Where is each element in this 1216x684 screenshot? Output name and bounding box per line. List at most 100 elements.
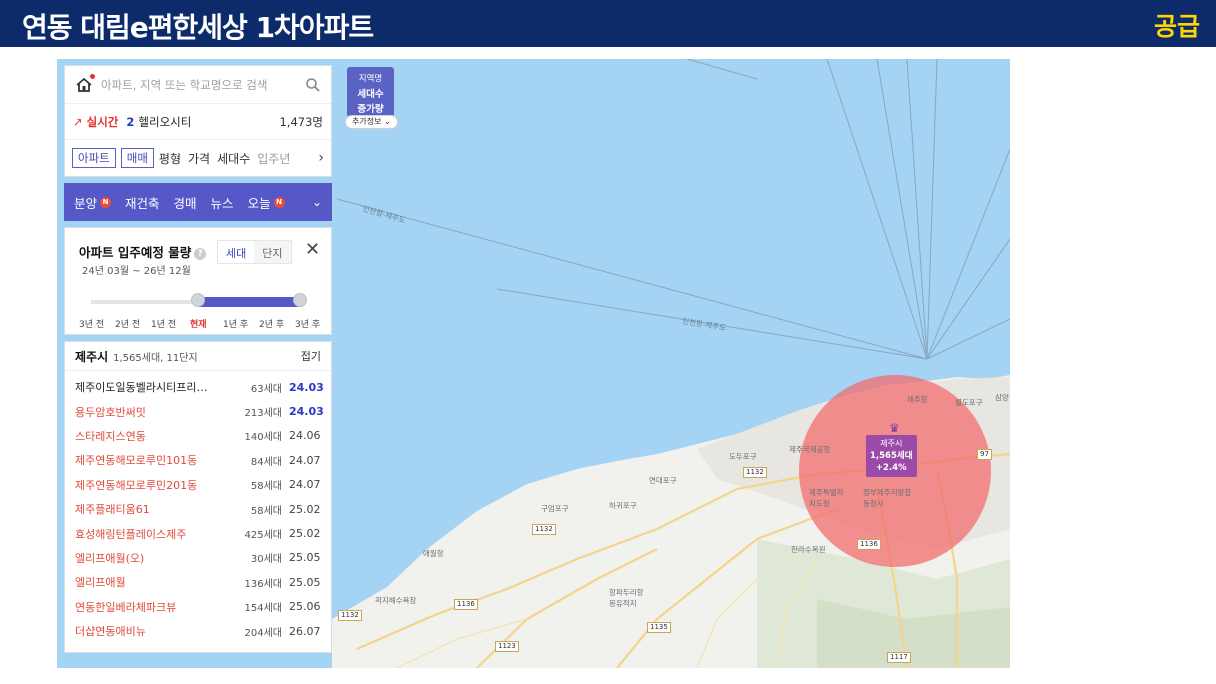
slider-range-fill <box>197 297 303 307</box>
period-slider[interactable] <box>91 293 307 307</box>
road-badge: 1123 <box>495 641 519 652</box>
realtime-ranking[interactable]: ↗ 실시간 2 헬리오시티 1,473명 <box>65 103 331 139</box>
unit-toggle: 세대 단지 <box>217 240 292 264</box>
search-input[interactable]: 아파트, 지역 또는 학교명으로 검색 <box>101 77 305 93</box>
nav-reconstruction[interactable]: 재건축 <box>125 193 160 212</box>
list-item[interactable]: 엘리프애월 136세대 25.05 <box>65 570 331 594</box>
marker-change: +2.4% <box>875 463 907 473</box>
list-item[interactable]: 연동한일베라체파크뷰 154세대 25.06 <box>65 595 331 619</box>
filter-price[interactable]: 가격 <box>188 150 210 167</box>
nav-auction[interactable]: 경매 <box>174 193 197 212</box>
complex-name: 제주플래티움61 <box>75 503 150 517</box>
tick-label: 1년 전 <box>151 320 177 330</box>
region-marker-jeju[interactable]: 제주시 1,565세대 +2.4% <box>866 435 917 477</box>
notification-dot <box>90 73 95 79</box>
map-label-government-complex: 정부제주지방합동청사 <box>863 488 912 508</box>
list-item[interactable]: 효성해링턴플레이스제주 425세대 25.02 <box>65 521 331 545</box>
road-badge: 1136 <box>857 539 881 550</box>
map-label-hagwi-port: 하귀포구 <box>609 501 637 510</box>
list-summary: 1,565세대, 11단지 <box>113 352 198 364</box>
chevron-right-icon[interactable]: › <box>318 150 324 166</box>
home-icon[interactable] <box>75 73 95 94</box>
nav-today[interactable]: 오늘 N <box>248 193 285 212</box>
toggle-households[interactable]: 세대 <box>218 241 255 263</box>
map-label-yeondae-port: 연대포구 <box>649 476 677 485</box>
map-label-jeju-port: 제주항 <box>907 395 928 404</box>
nav-presale[interactable]: 분양 N <box>74 193 112 212</box>
extra-info-label: 추가정보 <box>352 117 382 126</box>
nav-news[interactable]: 뉴스 <box>211 193 234 212</box>
chevron-down-icon[interactable]: ⌄ <box>312 195 322 209</box>
search-bar[interactable]: 아파트, 지역 또는 학교명으로 검색 <box>65 66 331 103</box>
slider-ticks: 3년 전 2년 전 1년 전 현재 1년 후 2년 후 3년 후 <box>79 317 325 330</box>
map-label-arboretum: 한라수목원 <box>791 545 826 554</box>
extra-info-button[interactable]: 추가정보 ⌄ <box>345 115 398 129</box>
category-nav: 분양 N 재건축 경매 뉴스 오늘 N ⌄ <box>64 183 332 221</box>
list-header: 제주시 1,565세대, 11단지 접기 <box>65 342 331 370</box>
complex-name: 제주이도일동벨라시티프리… <box>75 381 208 395</box>
filter-households[interactable]: 세대수 <box>217 150 250 167</box>
complex-move-in-date: 25.02 <box>289 502 321 516</box>
nav-label: 재건축 <box>125 195 160 211</box>
filter-size[interactable]: 평형 <box>159 150 181 167</box>
search-icon[interactable] <box>305 77 321 93</box>
realtime-label: 실시간 <box>86 114 119 129</box>
complex-move-in-date: 25.02 <box>289 527 321 541</box>
map-label-gueom-port: 구엄포구 <box>541 504 569 513</box>
complex-name: 제주연동해모로루민101동 <box>75 454 198 468</box>
realtime-count: 1,473명 <box>279 114 323 129</box>
complex-households: 58세대 <box>250 481 282 493</box>
list-item[interactable]: 제주연동해모로루민101동 84세대 24.07 <box>65 448 331 472</box>
realtime-rank: 2 <box>126 114 135 129</box>
filter-chip-apartment[interactable]: 아파트 <box>72 148 116 168</box>
list-item[interactable]: 엘리프애월(오) 30세대 25.05 <box>65 546 331 570</box>
volume-title: 아파트 입주예정 물량? <box>79 242 207 261</box>
map-label-airport: 제주국제공항 <box>789 445 831 454</box>
legend-households-label: 세대수 <box>357 89 384 100</box>
fold-button[interactable]: 접기 <box>301 348 321 364</box>
road-badge: 1135 <box>647 622 671 633</box>
marker-city: 제주시 <box>880 439 903 448</box>
map-label-provincial-office: 제주특별자치도청 <box>809 488 844 508</box>
list-item[interactable]: 용두암호반써밋 213세대 24.03 <box>65 399 331 423</box>
realtime-name: 헬리오시티 <box>138 114 192 129</box>
complex-move-in-date: 25.06 <box>289 600 321 614</box>
toggle-complexes[interactable]: 단지 <box>254 241 290 263</box>
complex-households: 140세대 <box>244 432 283 444</box>
complex-name: 연동한일베라체파크뷰 <box>75 600 177 614</box>
map-label-byeoldo-port: 별도포구 <box>955 398 983 407</box>
road-badge: 1132 <box>532 524 556 535</box>
slider-handle-start[interactable] <box>191 293 205 307</box>
new-badge: N <box>273 196 285 208</box>
tick-label: 3년 후 <box>295 320 321 330</box>
chevron-down-icon: ⌄ <box>384 117 391 126</box>
map-label-samyang: 삼양 <box>995 393 1009 402</box>
complex-move-in-date: 24.07 <box>289 453 321 467</box>
complex-name: 더샵연동애비뉴 <box>75 625 146 639</box>
complex-rows: 제주이도일동벨라시티프리… 63세대 24.03 용두암호반써밋 213세대 24.03 스… <box>65 375 331 643</box>
help-icon[interactable]: ? <box>194 248 207 260</box>
close-icon[interactable]: ✕ <box>305 239 320 260</box>
list-item[interactable]: 제주연동해모로루민201동 58세대 24.07 <box>65 473 331 497</box>
filter-chip-sale[interactable]: 매매 <box>120 148 154 168</box>
complex-households: 136세대 <box>244 578 283 590</box>
filter-move-in-year[interactable]: 입주년 <box>257 150 290 167</box>
slide: 연동 대림e편한세상 1차아파트 공급 지역명 세대수 증가량 추가정보 ⌄ 제… <box>0 0 1216 684</box>
list-item[interactable]: 제주플래티움61 58세대 25.02 <box>65 497 331 521</box>
move-in-volume-card: 아파트 입주예정 물량? 24년 03월 ~ 26년 12월 세대 단지 ✕ 3… <box>64 227 332 335</box>
road-badge: 1136 <box>454 599 478 610</box>
volume-title-text: 아파트 입주예정 물량 <box>79 245 192 260</box>
slider-handle-end[interactable] <box>293 293 307 307</box>
complex-move-in-date: 26.07 <box>289 624 321 638</box>
left-panel: 아파트, 지역 또는 학교명으로 검색 ↗ 실시간 2 헬리오시티 1,473명… <box>64 65 332 653</box>
list-item[interactable]: 스타레지스연동 140세대 24.06 <box>65 424 331 448</box>
supply-badge: 공급 <box>1153 12 1200 41</box>
trend-up-icon: ↗ <box>73 114 83 129</box>
list-item[interactable]: 제주이도일동벨라시티프리… 63세대 24.03 <box>65 375 331 399</box>
nav-label: 경매 <box>173 195 197 211</box>
header-bar: 연동 대림e편한세상 1차아파트 공급 <box>0 0 1216 47</box>
list-item[interactable]: 더샵연동애비뉴 204세대 26.07 <box>65 619 331 643</box>
new-badge: N <box>100 196 112 208</box>
tick-label: 2년 전 <box>115 320 141 330</box>
complex-households: 213세대 <box>244 408 283 420</box>
